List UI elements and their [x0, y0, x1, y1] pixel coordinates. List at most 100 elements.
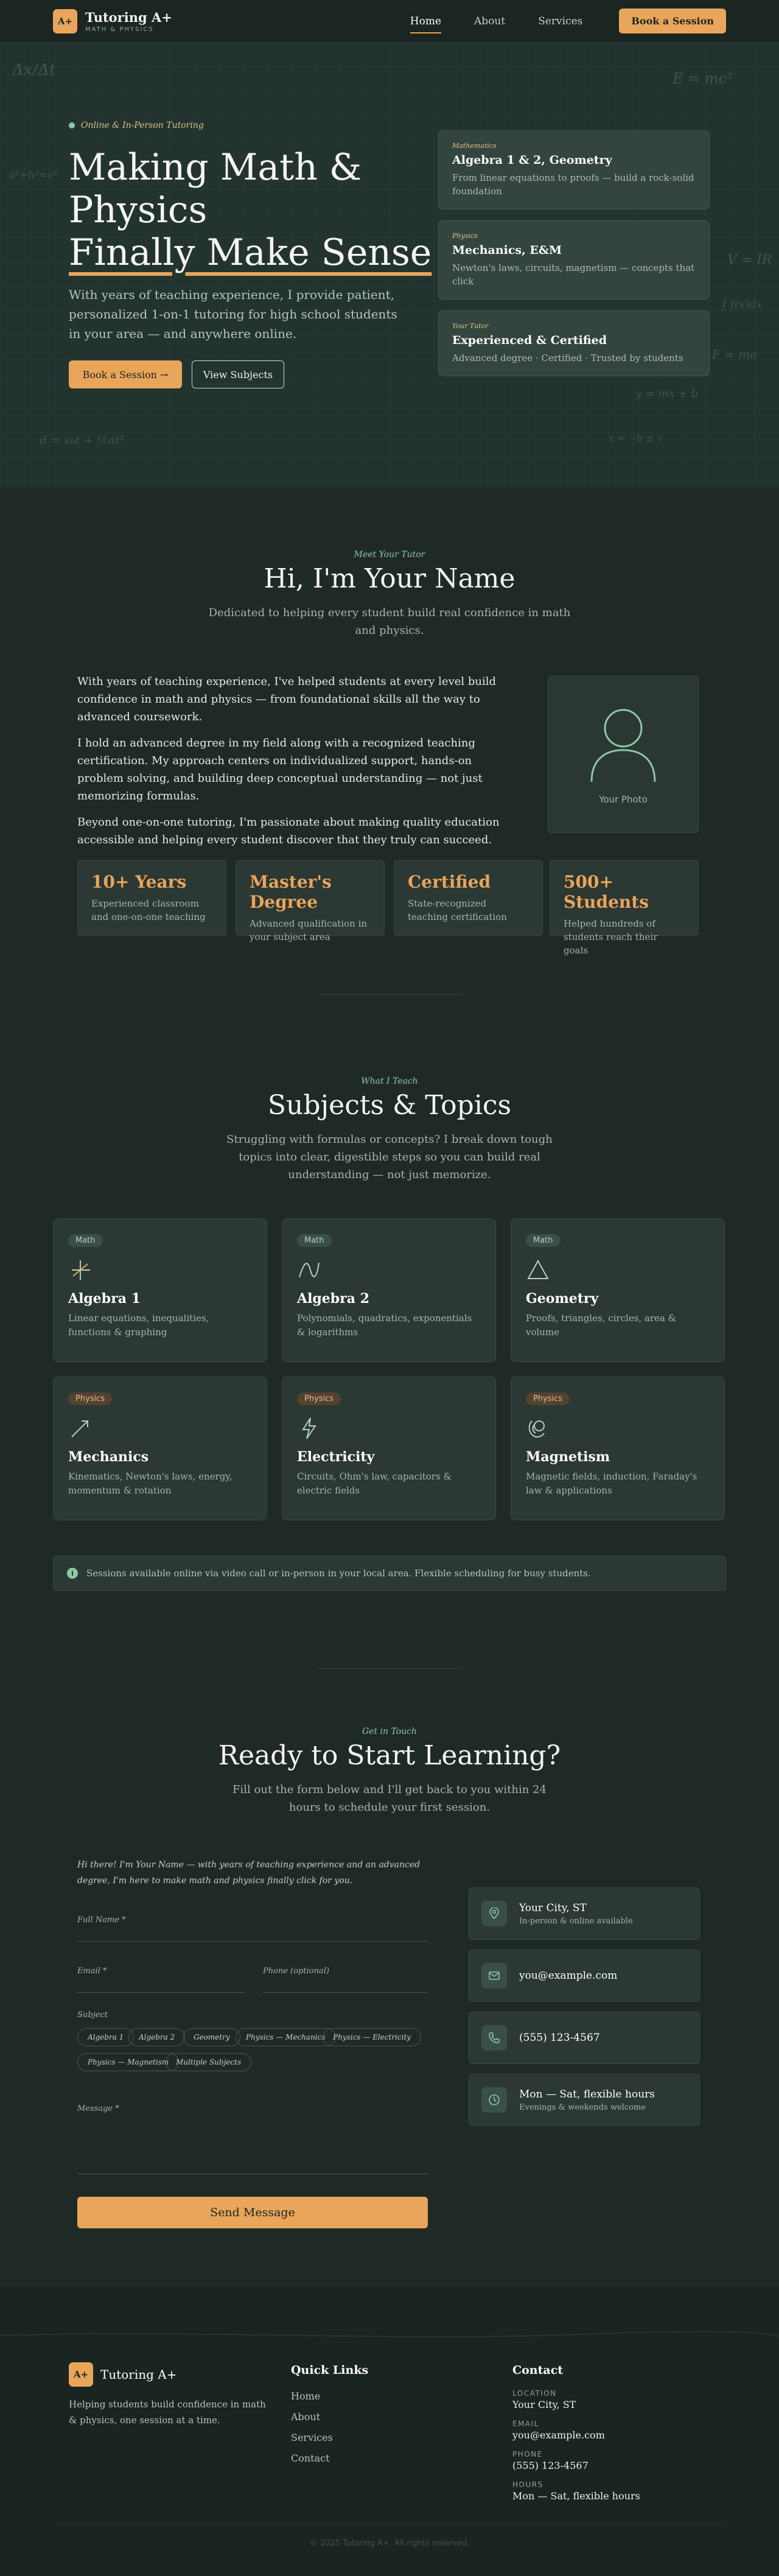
- logo-icon[interactable]: A+: [53, 9, 77, 33]
- nav-book-button[interactable]: Book a Session: [619, 9, 726, 33]
- subject-card-mechanics[interactable]: Physics Mechanics Kinematics, Newton's l…: [53, 1377, 267, 1520]
- footer-link-home[interactable]: Home: [291, 2390, 320, 2402]
- phone-field[interactable]: [263, 1992, 428, 1993]
- subject-name: Algebra 2: [297, 1291, 370, 1307]
- email-field[interactable]: [77, 1992, 245, 1993]
- phone-link[interactable]: (555) 123-4567: [512, 2460, 589, 2471]
- contact-subtitle: Fill out the form below and I'll get bac…: [232, 1783, 547, 1814]
- send-message-button[interactable]: Send Message: [77, 2197, 428, 2228]
- contact-info-location: Your City, ST In-person & online availab…: [469, 1887, 700, 1940]
- contact-intro: Hi there! I'm Your Name — with years of …: [77, 1860, 421, 1886]
- footer-link-contact[interactable]: Contact: [291, 2452, 330, 2464]
- hero-card-tag: Your Tutor: [452, 322, 489, 330]
- subject-name: Algebra 1: [68, 1291, 141, 1307]
- stat-label: State-recognized teaching certification: [408, 898, 507, 922]
- chalk-formula: F = ma: [712, 347, 758, 362]
- subjects-subtitle: Struggling with formulas or concepts? I …: [226, 1133, 553, 1181]
- mail-icon: [481, 1963, 507, 1988]
- subject-chip[interactable]: Physics — Magnetism: [77, 2053, 180, 2071]
- hours-value: Mon — Sat, flexible hours: [512, 2490, 640, 2502]
- contact-title: Contact: [512, 2364, 564, 2377]
- subject-card-magnetism[interactable]: Physics Magnetism Magnetic fields, induc…: [511, 1377, 725, 1520]
- stat-number: Master's Degree: [250, 872, 332, 912]
- footer-logo-icon[interactable]: A+: [69, 2362, 93, 2387]
- about-paragraph: With years of teaching experience, I've …: [77, 675, 497, 723]
- info-title: (555) 123-4567: [519, 2032, 600, 2044]
- contact-info-phone[interactable]: (555) 123-4567: [469, 2012, 700, 2064]
- location-value: Your City, ST: [512, 2399, 576, 2410]
- subject-chip[interactable]: Algebra 2: [128, 2028, 186, 2046]
- subjects-tag: What I Teach: [361, 1076, 418, 1086]
- email-link[interactable]: you@example.com: [512, 2429, 605, 2441]
- subject-card-algebra-1[interactable]: Math Algebra 1 Linear equations, inequal…: [53, 1218, 267, 1362]
- clock-icon: [481, 2087, 507, 2113]
- subject-chip[interactable]: Physics — Mechanics: [236, 2028, 336, 2046]
- hero-card-math: Mathematics Algebra 1 & 2, Geometry From…: [438, 130, 710, 209]
- info-title: you@example.com: [519, 1970, 618, 1982]
- hero-title-line3: Finally Make Sense: [69, 231, 432, 274]
- subject-desc: Kinematics, Newton's laws, energy, momen…: [68, 1471, 232, 1496]
- info-icon: i: [67, 1568, 78, 1579]
- category-pill: Physics: [68, 1392, 113, 1405]
- chalk-formula: x = −b ± √: [609, 432, 664, 444]
- hero-card-tutor: Your Tutor Experienced & Certified Advan…: [438, 311, 710, 376]
- hero-title-line2: Physics: [69, 189, 208, 231]
- subject-name: Mechanics: [68, 1449, 149, 1465]
- subject-name: Electricity: [297, 1449, 375, 1465]
- hero-paragraph: With years of teaching experience, I pro…: [69, 287, 397, 341]
- hero-card-desc: Newton's laws, circuits, magnetism — con…: [452, 262, 695, 287]
- about-text: With years of teaching experience, I've …: [77, 673, 509, 857]
- category-pill: Physics: [526, 1392, 570, 1405]
- subject-desc: Proofs, triangles, circles, area & volum…: [526, 1313, 676, 1338]
- footer-link-about[interactable]: About: [291, 2411, 320, 2423]
- nav-link-home[interactable]: Home: [410, 13, 442, 33]
- name-label: Full Name *: [77, 1915, 126, 1925]
- contact-tag: Get in Touch: [362, 1727, 417, 1736]
- email-label: Email *: [77, 1967, 107, 1976]
- footer-tagline: Helping students build confidence in mat…: [69, 2399, 266, 2426]
- subject-card-algebra-2[interactable]: Math Algebra 2 Polynomials, quadratics, …: [282, 1218, 496, 1362]
- tutor-photo: Your Photo: [548, 676, 699, 833]
- avatar-icon: [590, 709, 656, 782]
- hero-book-button[interactable]: Book a Session →: [69, 360, 182, 388]
- about-title: Hi, I'm Your Name: [264, 563, 515, 594]
- copyright: © 2025 Tutoring A+. All rights reserved.: [309, 2539, 470, 2548]
- subject-desc: Polynomials, quadratics, exponentials & …: [297, 1313, 472, 1338]
- brand-name[interactable]: Tutoring A+: [85, 10, 172, 25]
- hero-card-desc: From linear equations to proofs — build …: [452, 172, 694, 197]
- footer-link-services[interactable]: Services: [291, 2432, 333, 2443]
- name-field[interactable]: [77, 1941, 428, 1942]
- section-divider: [316, 994, 463, 995]
- vector-icon: [68, 1416, 252, 1441]
- brand-subtitle: MATH & PHYSICS: [85, 26, 154, 33]
- phone-label: PHONE: [512, 2450, 543, 2458]
- hero-card-physics: Physics Mechanics, E&M Newton's laws, ci…: [438, 220, 710, 300]
- subject-name: Magnetism: [526, 1449, 610, 1465]
- subject-chip[interactable]: Geometry: [183, 2028, 240, 2046]
- subject-card-geometry[interactable]: Math Geometry Proofs, triangles, circles…: [511, 1218, 725, 1362]
- subject-chip[interactable]: Multiple Subjects: [166, 2053, 252, 2071]
- subject-chip[interactable]: Algebra 1: [77, 2028, 134, 2046]
- category-pill: Math: [526, 1234, 561, 1247]
- contact-info-email[interactable]: you@example.com: [469, 1950, 700, 2002]
- nav-link-services[interactable]: Services: [538, 13, 582, 30]
- stat-number: 500+ Students: [564, 872, 649, 912]
- chalk-formula: a²+b²=c²: [9, 169, 58, 181]
- subject-card-electricity[interactable]: Physics Electricity Circuits, Ohm's law,…: [282, 1377, 496, 1520]
- contact-info-hours: Mon — Sat, flexible hours Evenings & wee…: [469, 2074, 700, 2126]
- chalk-formula: V = IR: [727, 253, 772, 268]
- top-nav: A+ Tutoring A+ MATH & PHYSICS Home About…: [0, 0, 779, 43]
- stat-number: Certified: [408, 872, 491, 892]
- info-title: Mon — Sat, flexible hours: [519, 2088, 655, 2100]
- brand: Tutoring A+ MATH & PHYSICS: [85, 10, 172, 33]
- stat-label: Experienced classroom and one-on-one tea…: [91, 898, 206, 922]
- page: A+ Tutoring A+ MATH & PHYSICS Home About…: [0, 0, 779, 2576]
- subject-chip[interactable]: Physics — Electricity: [323, 2028, 422, 2046]
- hero-subjects-button[interactable]: View Subjects: [192, 360, 284, 388]
- nav-link-about[interactable]: About: [474, 13, 505, 30]
- stat-card: 500+ Students Helped hundreds of student…: [550, 860, 699, 956]
- subject-desc: Linear equations, inequalities, function…: [68, 1313, 209, 1338]
- bolt-icon: [297, 1416, 481, 1441]
- chalk-formula: y = mx + b: [636, 387, 698, 400]
- footer: A+ Tutoring A+ Helping students build co…: [0, 2287, 779, 2576]
